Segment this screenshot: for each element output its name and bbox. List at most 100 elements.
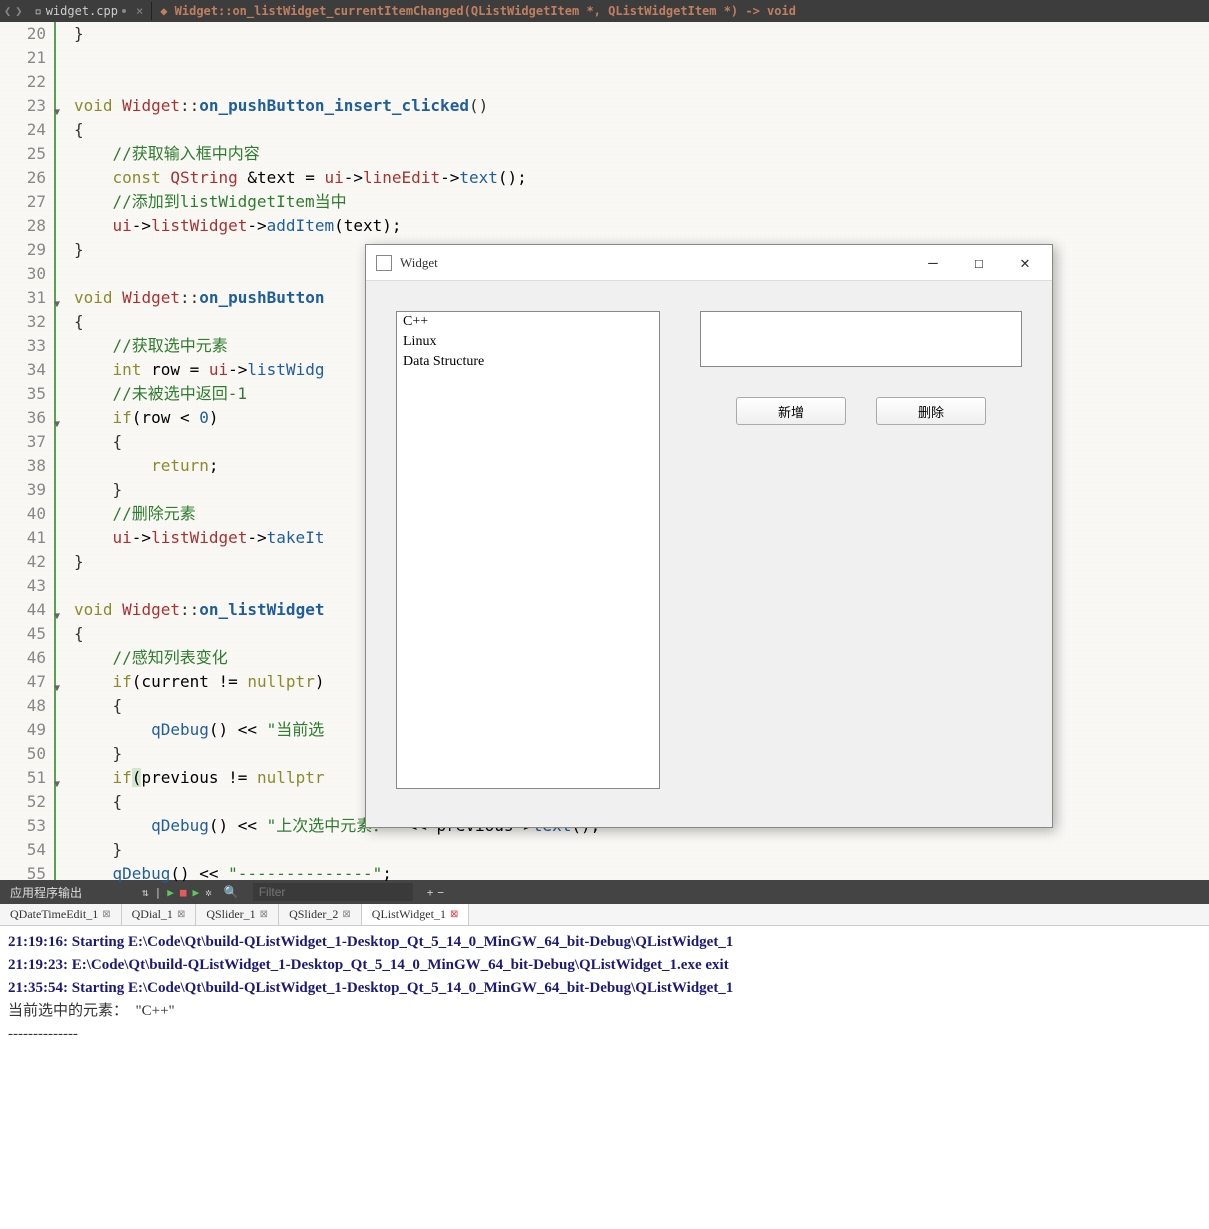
output-tab[interactable]: QListWidget_1 ⊠ xyxy=(362,904,470,925)
line-number: 36▼ xyxy=(0,406,46,430)
line-number: 28 xyxy=(0,214,46,238)
line-number: 41 xyxy=(0,526,46,550)
file-tab[interactable]: ▫ widget.cpp × xyxy=(26,2,152,20)
line-number: 29 xyxy=(0,238,46,262)
console-line: 21:35:54: Starting E:\Code\Qt\build-QLis… xyxy=(8,976,1201,999)
fold-icon[interactable]: ▼ xyxy=(54,605,60,629)
line-number: 52 xyxy=(0,790,46,814)
line-number: 53 xyxy=(0,814,46,838)
add-button[interactable]: 新增 xyxy=(736,397,846,425)
output-tab-label: QDial_1 xyxy=(132,907,173,922)
console-line: -------------- xyxy=(8,1022,1201,1045)
line-number: 55 xyxy=(0,862,46,886)
console-line: 21:19:23: E:\Code\Qt\build-QListWidget_1… xyxy=(8,953,1201,976)
line-number: 34 xyxy=(0,358,46,382)
close-tab-icon[interactable]: ⊠ xyxy=(450,909,458,920)
output-tab[interactable]: QDial_1 ⊠ xyxy=(122,904,197,925)
output-tab[interactable]: QSlider_2 ⊠ xyxy=(279,904,362,925)
close-tab-icon[interactable]: × xyxy=(136,4,143,18)
delete-button[interactable]: 删除 xyxy=(876,397,986,425)
nav-back-icon[interactable]: ❮ xyxy=(4,4,11,18)
code-editor[interactable]: 20212223▼2425262728293031▼3233343536▼373… xyxy=(0,22,1209,880)
output-tabs: QDateTimeEdit_1⊠QDial_1⊠QSlider_1⊠QSlide… xyxy=(0,904,1209,926)
zoom-out-icon[interactable]: − xyxy=(437,886,444,899)
line-number: 40 xyxy=(0,502,46,526)
separator-icon: | xyxy=(155,886,162,899)
close-tab-icon[interactable]: ⊠ xyxy=(102,909,110,920)
line-number: 32 xyxy=(0,310,46,334)
window-title: Widget xyxy=(400,255,910,271)
line-number: 33 xyxy=(0,334,46,358)
output-tab-label: QSlider_1 xyxy=(206,907,255,922)
line-number: 48 xyxy=(0,694,46,718)
file-name: widget.cpp xyxy=(46,4,118,18)
file-icon: ▫ xyxy=(34,4,41,18)
output-console[interactable]: 21:19:16: Starting E:\Code\Qt\build-QLis… xyxy=(0,926,1209,1229)
line-number: 42 xyxy=(0,550,46,574)
line-number: 38 xyxy=(0,454,46,478)
window-icon xyxy=(376,255,392,271)
search-icon: 🔍 xyxy=(224,885,239,899)
list-widget[interactable]: C++LinuxData Structure xyxy=(396,311,660,789)
output-tab-label: QDateTimeEdit_1 xyxy=(10,907,98,922)
widget-window: Widget — ☐ ✕ C++LinuxData Structure 新增 删… xyxy=(365,244,1053,828)
list-item[interactable]: Data Structure xyxy=(397,352,659,372)
settings-icon[interactable]: ✲ xyxy=(205,886,212,899)
line-number: 27 xyxy=(0,190,46,214)
fold-icon[interactable]: ▼ xyxy=(54,101,60,125)
line-edit[interactable] xyxy=(700,311,1022,367)
code-text: } xyxy=(74,24,84,43)
line-number: 50 xyxy=(0,742,46,766)
line-number: 25 xyxy=(0,142,46,166)
nav-forward-icon[interactable]: ❯ xyxy=(15,4,22,18)
line-number: 35 xyxy=(0,382,46,406)
stop-icon[interactable]: ■ xyxy=(180,886,187,899)
editor-toolbar: ❮ ❯ ▫ widget.cpp × ◆ Widget::on_listWidg… xyxy=(0,0,1209,22)
maximize-button[interactable]: ☐ xyxy=(956,247,1002,279)
line-number: 22 xyxy=(0,70,46,94)
line-number: 24 xyxy=(0,118,46,142)
fold-icon[interactable]: ▼ xyxy=(54,413,60,437)
line-number: 45 xyxy=(0,622,46,646)
fold-icon[interactable]: ▼ xyxy=(54,293,60,317)
close-tab-icon[interactable]: ⊠ xyxy=(260,909,268,920)
console-line: 21:19:16: Starting E:\Code\Qt\build-QLis… xyxy=(8,930,1201,953)
output-tab[interactable]: QSlider_1 ⊠ xyxy=(196,904,279,925)
output-panel-title: 应用程序输出 xyxy=(0,884,92,901)
zoom-in-icon[interactable]: + xyxy=(427,886,434,899)
fold-icon[interactable]: ▼ xyxy=(54,773,60,797)
modified-dot-icon xyxy=(122,9,126,13)
close-button[interactable]: ✕ xyxy=(1002,247,1048,279)
console-line: 当前选中的元素： "C++" xyxy=(8,999,1201,1022)
widget-titlebar[interactable]: Widget — ☐ ✕ xyxy=(366,245,1052,281)
run-icon[interactable]: ▶ xyxy=(167,886,174,899)
attach-icon[interactable]: ⇅ xyxy=(142,886,149,899)
line-number: 46 xyxy=(0,646,46,670)
line-number: 47▼ xyxy=(0,670,46,694)
line-number: 21 xyxy=(0,46,46,70)
line-number: 31▼ xyxy=(0,286,46,310)
line-gutter: 20212223▼2425262728293031▼3233343536▼373… xyxy=(0,22,56,880)
fold-icon[interactable]: ▼ xyxy=(54,677,60,701)
list-item[interactable]: Linux xyxy=(397,332,659,352)
line-number: 26 xyxy=(0,166,46,190)
line-number: 54 xyxy=(0,838,46,862)
minimize-button[interactable]: — xyxy=(910,247,956,279)
output-tab[interactable]: QDateTimeEdit_1 ⊠ xyxy=(0,904,122,925)
output-tab-label: QSlider_2 xyxy=(289,907,338,922)
line-number: 49 xyxy=(0,718,46,742)
close-tab-icon[interactable]: ⊠ xyxy=(177,909,185,920)
line-number: 39 xyxy=(0,478,46,502)
breadcrumb-icon: ◆ xyxy=(160,4,174,18)
line-number: 20 xyxy=(0,22,46,46)
list-item[interactable]: C++ xyxy=(397,312,659,332)
rerun-icon[interactable]: ▶ xyxy=(193,886,200,899)
output-tab-label: QListWidget_1 xyxy=(372,907,446,922)
line-number: 44▼ xyxy=(0,598,46,622)
line-number: 30 xyxy=(0,262,46,286)
line-number: 51▼ xyxy=(0,766,46,790)
line-number: 23▼ xyxy=(0,94,46,118)
close-tab-icon[interactable]: ⊠ xyxy=(342,909,350,920)
line-number: 37 xyxy=(0,430,46,454)
breadcrumb[interactable]: ◆ Widget::on_listWidget_currentItemChang… xyxy=(152,4,1209,18)
